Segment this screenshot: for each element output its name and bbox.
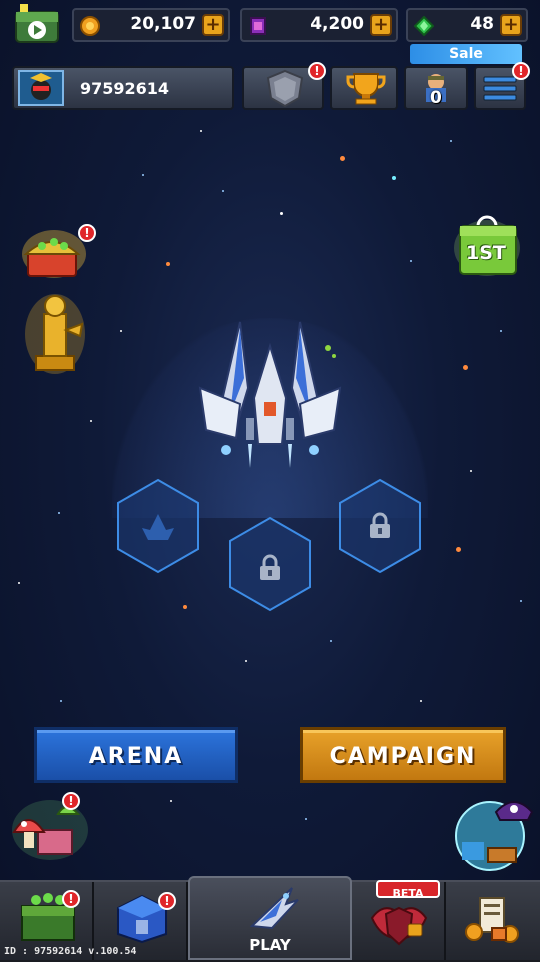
- player-profile-panel[interactable]: 97592614: [12, 66, 234, 110]
- pilot-avatar-icon: [30, 73, 52, 100]
- player-id: 97592614: [80, 79, 170, 98]
- gems-value: 48: [470, 14, 494, 34]
- beta-label: BETA: [392, 887, 424, 900]
- video-reward-button[interactable]: [12, 4, 62, 46]
- trophy-button[interactable]: [330, 66, 398, 110]
- add-cards-button[interactable]: +: [370, 14, 392, 36]
- hex-slot-frame: [117, 478, 199, 574]
- golden-statue-button[interactable]: [22, 290, 88, 376]
- hangar-alert-badge: !: [158, 892, 176, 910]
- cards-counter: 4,200 +: [240, 8, 398, 42]
- gems-counter: 48 +: [406, 8, 528, 42]
- rank-alert-badge: !: [308, 62, 326, 80]
- sale-label: Sale: [449, 46, 483, 62]
- build-info: ID : 97592614 v.100.54: [4, 946, 137, 957]
- sale-tag[interactable]: Sale: [410, 44, 522, 64]
- wingman-slot-right[interactable]: [338, 478, 422, 574]
- cards-value: 4,200: [310, 14, 364, 34]
- shop-alert-badge: !: [62, 890, 80, 908]
- gem-icon: [414, 16, 434, 36]
- campaign-button[interactable]: CAMPAIGN: [300, 727, 506, 783]
- add-gems-button[interactable]: +: [500, 14, 522, 36]
- menu-alert-badge: !: [512, 62, 530, 80]
- card-icon: [250, 17, 266, 35]
- chest-alert-badge: !: [78, 224, 96, 242]
- avatar: [18, 70, 64, 106]
- nav-pvp-beta[interactable]: BETA: [352, 880, 446, 960]
- campaign-label: CAMPAIGN: [329, 744, 477, 769]
- beta-badge: BETA: [376, 880, 440, 900]
- spaceship-icon: [198, 321, 342, 468]
- nav-play[interactable]: PLAY: [188, 876, 352, 960]
- mushroom-event-button[interactable]: !: [8, 792, 92, 862]
- wingman-slot-left[interactable]: [116, 478, 200, 574]
- wingman-slot-center[interactable]: [228, 516, 312, 612]
- play-ship-icon: [249, 887, 299, 930]
- player-spaceship[interactable]: [190, 318, 350, 478]
- coins-value: 20,107: [130, 14, 196, 34]
- battle-pass-button[interactable]: 0: [404, 66, 468, 110]
- lock-icon: [260, 554, 280, 580]
- coins-counter: 20,107 +: [72, 8, 230, 42]
- pirate-event-button[interactable]: [448, 792, 534, 872]
- arena-button[interactable]: ARENA: [34, 727, 238, 783]
- gift-chest-event-button[interactable]: !: [18, 224, 96, 284]
- play-label: PLAY: [249, 936, 291, 954]
- lock-icon: [370, 512, 390, 538]
- trophy-icon: [346, 73, 386, 105]
- scroll-coins-icon: [465, 897, 519, 943]
- nav-events[interactable]: [446, 882, 540, 960]
- coin-icon: [80, 16, 100, 36]
- pass-count: 0: [430, 88, 442, 108]
- arena-label: ARENA: [88, 744, 184, 769]
- rank-shield-button[interactable]: !: [242, 62, 326, 110]
- add-coins-button[interactable]: +: [202, 14, 224, 36]
- menu-button[interactable]: !: [474, 62, 530, 110]
- rank-badge-text: 1ST: [466, 242, 506, 264]
- mushroom-alert-badge: !: [62, 792, 80, 810]
- first-place-reward-button[interactable]: 1ST: [452, 212, 522, 278]
- video-chest-icon: [15, 4, 59, 43]
- golden-statue-icon: [25, 294, 85, 374]
- pirate-planet-icon: [455, 801, 534, 871]
- winged-shield-icon: [370, 906, 428, 946]
